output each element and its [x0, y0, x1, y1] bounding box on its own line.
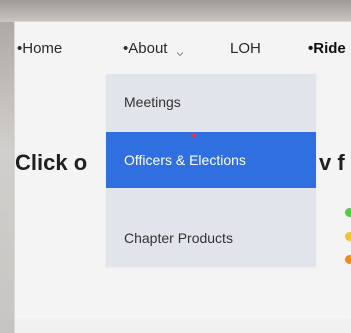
nav-home-link[interactable]: •Home [17, 40, 62, 57]
nav-about-label: •About [123, 40, 168, 57]
menu-item-officers-elections-label: Officers & Elections [124, 152, 246, 168]
nav-ride-link[interactable]: •Ride [308, 40, 346, 57]
browser-top-edge [0, 0, 351, 22]
about-dropdown-menu: Meetings Officers & Elections Chapter Pr… [106, 74, 316, 266]
page-bottom-strip [15, 319, 351, 333]
main-navigation: •Home •About LOH •Ride [15, 22, 351, 78]
menu-item-chapter-products-label: Chapter Products [124, 230, 233, 246]
page-headline-right-fragment: v f [319, 150, 345, 175]
status-green-dot [345, 208, 351, 217]
menu-item-meetings[interactable]: Meetings [106, 74, 316, 130]
menu-item-meetings-label: Meetings [124, 94, 181, 110]
nav-ride-label: •Ride [308, 40, 346, 57]
menu-item-chapter-products[interactable]: Chapter Products [106, 210, 316, 266]
nav-loh-label: LOH [230, 40, 261, 57]
cursor-indicator [192, 133, 196, 137]
status-yellow-dot [345, 232, 351, 241]
nav-about-link[interactable]: •About [123, 40, 184, 57]
page-headline-left-fragment: Click o [15, 150, 88, 175]
menu-item-officers-elections[interactable]: Officers & Elections [106, 132, 316, 188]
status-orange-dot [345, 255, 351, 264]
nav-loh-link[interactable]: LOH [230, 40, 261, 57]
web-page: •Home •About LOH •Ride Click o v f Meeti… [15, 22, 351, 333]
chevron-down-icon [176, 45, 184, 57]
nav-home-label: •Home [17, 40, 63, 57]
